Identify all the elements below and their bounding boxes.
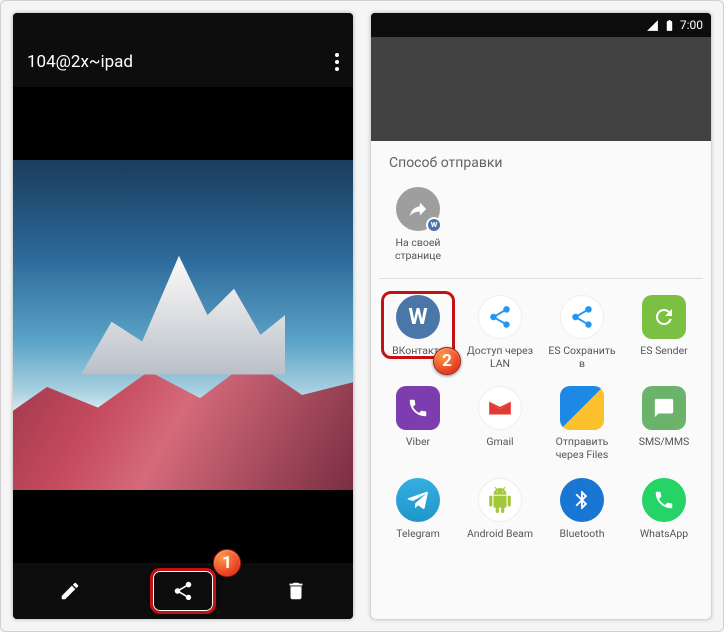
app-es-save[interactable]: ES Сохранить в	[543, 289, 621, 376]
app-label: SMS/MMS	[639, 436, 690, 449]
app-viber[interactable]: Viber	[379, 380, 457, 467]
photo-viewer-screen: 104@2x~ipad 1	[13, 13, 353, 619]
app-label: Android Beam	[467, 528, 533, 541]
whatsapp-icon	[642, 478, 686, 522]
app-label: Bluetooth	[560, 528, 605, 541]
bluetooth-icon	[560, 478, 604, 522]
app-bluetooth[interactable]: Bluetooth	[543, 472, 621, 547]
vk-badge-icon: w	[426, 217, 442, 233]
share-own-page[interactable]: w На своей странице	[379, 181, 457, 268]
app-files[interactable]: Отправить через Files	[543, 380, 621, 467]
share-icon	[560, 295, 604, 339]
telegram-icon	[396, 478, 440, 522]
app-label: WhatsApp	[640, 528, 688, 541]
share-apps-grid: W ВКонтакте 2 Доступ через LAN ES Сохран…	[379, 289, 703, 546]
share-icon	[478, 295, 522, 339]
app-android-beam[interactable]: Android Beam	[461, 472, 539, 547]
mountain-photo	[13, 160, 353, 490]
edit-button[interactable]	[48, 569, 92, 613]
share-button[interactable]	[161, 569, 205, 613]
photo-header: 104@2x~ipad	[13, 37, 353, 87]
photo-content[interactable]	[13, 87, 353, 563]
sms-icon	[642, 386, 686, 430]
photo-toolbar: 1	[13, 563, 353, 619]
status-time: 7:00	[680, 18, 703, 32]
share-sheet: Способ отправки w На своей странице W ВК…	[371, 141, 711, 619]
sheet-title: Способ отправки	[379, 155, 703, 181]
app-whatsapp[interactable]: WhatsApp	[625, 472, 703, 547]
delete-button[interactable]	[274, 569, 318, 613]
pencil-icon	[59, 580, 81, 602]
photo-title: 104@2x~ipad	[27, 52, 133, 72]
app-sms[interactable]: SMS/MMS	[625, 380, 703, 467]
app-es-sender[interactable]: ES Sender	[625, 289, 703, 376]
step1-callout: 1	[213, 549, 241, 577]
app-label: Telegram	[396, 528, 440, 541]
app-vkontakte[interactable]: W ВКонтакте 2	[379, 289, 457, 376]
battery-icon	[663, 19, 676, 32]
refresh-icon	[642, 295, 686, 339]
signal-icon	[646, 19, 659, 32]
app-label: ES Sender	[640, 345, 687, 358]
folder-icon	[560, 386, 604, 430]
trash-icon	[285, 580, 307, 602]
app-es-lan[interactable]: Доступ через LAN	[461, 289, 539, 376]
app-label: Доступ через LAN	[463, 345, 537, 370]
repost-icon: w	[396, 187, 440, 231]
app-label: Gmail	[486, 436, 513, 449]
status-bar	[13, 13, 353, 37]
dimmed-background[interactable]	[371, 37, 711, 141]
app-gmail[interactable]: Gmail	[461, 380, 539, 467]
vk-icon: W	[396, 295, 440, 339]
app-label: На своей странице	[381, 237, 455, 262]
share-sheet-screen: 7:00 Способ отправки w На своей странице…	[371, 13, 711, 619]
more-options-icon[interactable]	[335, 53, 339, 71]
app-label: ES Сохранить в	[545, 345, 619, 370]
status-bar: 7:00	[371, 13, 711, 37]
app-label: Viber	[406, 436, 430, 449]
app-telegram[interactable]: Telegram	[379, 472, 457, 547]
viber-icon	[396, 386, 440, 430]
gmail-icon	[478, 386, 522, 430]
step2-callout: 2	[433, 347, 461, 375]
share-icon	[172, 580, 194, 602]
app-label: Отправить через Files	[545, 436, 619, 461]
android-icon	[478, 478, 522, 522]
sheet-featured-row: w На своей странице	[379, 181, 703, 279]
